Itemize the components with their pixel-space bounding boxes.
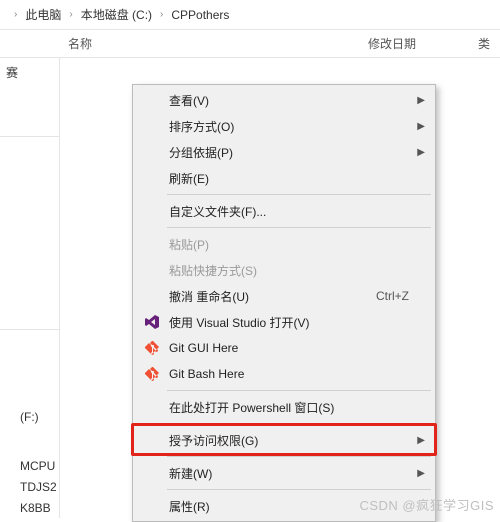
breadcrumb-drive[interactable]: 本地磁盘 (C:) [79, 6, 154, 23]
shortcut-label: Ctrl+Z [376, 289, 427, 303]
watermark: CSDN @疯狂学习GIS [359, 495, 494, 514]
menu-separator [167, 194, 431, 195]
menu-separator [167, 456, 431, 457]
chevron-right-icon: › [63, 9, 78, 20]
chevron-right-icon: ▶ [417, 95, 425, 106]
sidebar-item[interactable]: K8BB [0, 497, 59, 518]
sidebar-item[interactable]: TDJS2 [0, 476, 59, 497]
menu-separator [167, 489, 431, 490]
breadcrumb-folder[interactable]: CPPothers [169, 8, 231, 22]
menu-separator [167, 423, 431, 424]
menu-customize-folder[interactable]: 自定义文件夹(F)... [135, 198, 433, 224]
sidebar-item[interactable]: 赛 [0, 60, 59, 84]
menu-group-by[interactable]: 分组依据(P) ▶ [135, 139, 433, 165]
menu-refresh[interactable]: 刷新(E) [135, 165, 433, 191]
navigation-sidebar[interactable]: 赛 (F:) MCPU TDJS2 K8BB [0, 58, 60, 518]
column-date-modified[interactable]: 修改日期 [360, 35, 470, 52]
file-list-area[interactable]: 查看(V) ▶ 排序方式(O) ▶ 分组依据(P) ▶ 刷新(E) 自定义文件夹… [60, 58, 500, 518]
git-icon [139, 338, 165, 358]
chevron-right-icon: ▶ [417, 147, 425, 158]
menu-paste: 粘贴(P) [135, 231, 433, 257]
menu-view[interactable]: 查看(V) ▶ [135, 87, 433, 113]
chevron-right-icon: › [154, 9, 169, 20]
breadcrumb-this-pc[interactable]: 此电脑 [23, 6, 63, 23]
menu-git-bash[interactable]: Git Bash Here [135, 361, 433, 387]
menu-paste-shortcut: 粘贴快捷方式(S) [135, 257, 433, 283]
column-name[interactable]: 名称 [60, 35, 360, 52]
chevron-right-icon: ▶ [417, 468, 425, 479]
chevron-right-icon: ▶ [417, 435, 425, 446]
visual-studio-icon [139, 312, 165, 332]
column-headers: 名称 修改日期 类 [0, 30, 500, 58]
menu-separator [167, 390, 431, 391]
menu-open-powershell[interactable]: 在此处打开 Powershell 窗口(S) [135, 394, 433, 420]
sidebar-item[interactable]: (F:) [0, 406, 59, 427]
menu-grant-access[interactable]: 授予访问权限(G) ▶ [135, 427, 433, 453]
sidebar-item[interactable]: MCPU [0, 455, 59, 476]
menu-sort-by[interactable]: 排序方式(O) ▶ [135, 113, 433, 139]
chevron-right-icon: ▶ [417, 121, 425, 132]
git-icon [139, 364, 165, 384]
menu-open-visual-studio[interactable]: 使用 Visual Studio 打开(V) [135, 309, 433, 335]
menu-git-gui[interactable]: Git GUI Here [135, 335, 433, 361]
menu-new[interactable]: 新建(W) ▶ [135, 460, 433, 486]
column-type[interactable]: 类 [470, 35, 500, 52]
chevron-right-icon: › [8, 9, 23, 20]
context-menu: 查看(V) ▶ 排序方式(O) ▶ 分组依据(P) ▶ 刷新(E) 自定义文件夹… [132, 84, 436, 522]
menu-separator [167, 227, 431, 228]
menu-undo-rename[interactable]: 撤消 重命名(U) Ctrl+Z [135, 283, 433, 309]
breadcrumb[interactable]: › 此电脑 › 本地磁盘 (C:) › CPPothers [0, 0, 500, 30]
